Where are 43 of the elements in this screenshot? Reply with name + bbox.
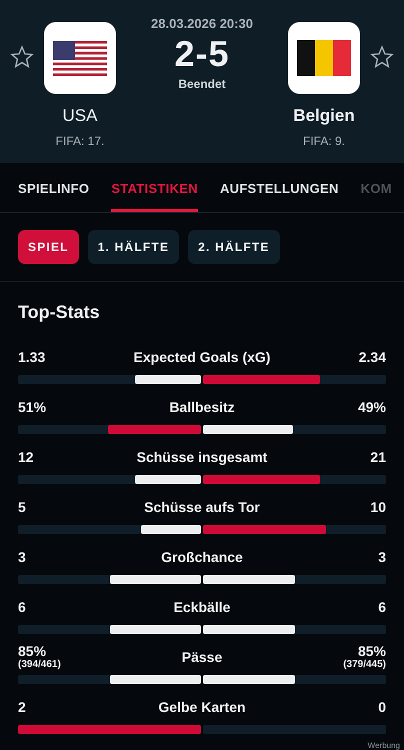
period-chip[interactable]: 1. HÄLFTE [88,230,180,264]
stat-label: Pässe [182,649,222,665]
tab[interactable]: SPIELINFO [18,163,90,212]
stat-value: 3 [378,549,386,565]
stat-value: 1.33 [18,349,46,365]
flag-icon [297,40,351,76]
team-name: USA [62,106,98,126]
team-name: Belgien [293,106,355,126]
stat-label: Ballbesitz [169,399,235,415]
stat-label: Expected Goals (xG) [134,349,270,365]
period-chip[interactable]: SPIEL [18,230,79,264]
stat-value: 6 [18,599,26,615]
ad-label: Werbung [368,741,400,750]
stat-value: 51% [18,399,46,415]
stat-label: Eckbälle [174,599,230,615]
stat-label: Schüsse insgesamt [136,449,268,465]
tab[interactable]: AUFSTELLUNGEN [220,163,339,212]
tab[interactable]: STATISTIKEN [111,163,198,212]
match-score: 2-5 [174,33,230,75]
stat-value: 21 [370,449,386,465]
stat-label: Gelbe Karten [158,699,246,715]
stat-value: 3 [18,549,26,565]
stat-value: 2 [18,699,26,715]
period-chip[interactable]: 2. HÄLFTE [188,230,280,264]
section-title: Top-Stats [17,301,101,324]
stat-detail: (379/445) [343,659,386,671]
fifa-rank: FIFA: 9. [302,134,345,148]
stat-value: 85% [358,643,386,659]
match-date: 28.03.2026 20:30 [151,16,253,31]
stat-label: Großchance [161,549,243,565]
flag-icon [53,40,107,76]
stat-value: 12 [18,449,34,465]
fifa-rank: FIFA: 17. [56,134,104,148]
stat-value: 5 [18,499,26,515]
stat-value: 10 [370,499,386,515]
stat-value: 6 [378,599,386,615]
match-status: Beendet [178,77,226,91]
stat-detail: (394/461) [18,659,61,671]
stat-value: 0 [378,699,386,715]
stat-label: Schüsse aufs Tor [144,499,260,515]
stat-value: 85% [18,643,46,659]
stat-value: 2.34 [358,349,386,365]
stat-value: 49% [358,399,386,415]
